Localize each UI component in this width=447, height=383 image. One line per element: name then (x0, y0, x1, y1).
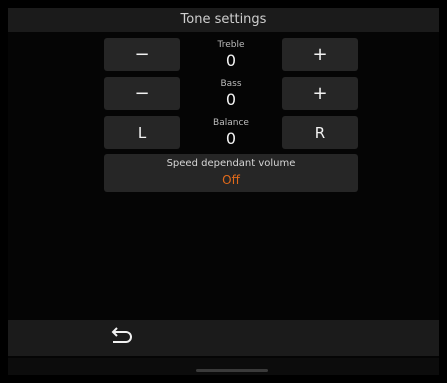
speed-volume-value: Off (222, 173, 240, 187)
bass-label: Bass (220, 79, 242, 89)
speed-dependant-volume-button[interactable]: Speed dependant volume Off (104, 154, 358, 192)
tone-settings-panel: Tone settings − Treble 0 + − Bass 0 + L … (8, 8, 439, 375)
bass-readout: Bass 0 (184, 77, 278, 110)
back-button[interactable] (108, 326, 134, 348)
bass-decrease-button[interactable]: − (104, 77, 180, 110)
bass-value: 0 (225, 90, 237, 109)
page-title: Tone settings (180, 12, 267, 27)
treble-readout: Treble 0 (184, 38, 278, 71)
balance-row: L Balance 0 R (104, 116, 358, 149)
bass-increase-button[interactable]: + (282, 77, 358, 110)
treble-label: Treble (217, 40, 245, 50)
balance-right-button[interactable]: R (282, 116, 358, 149)
treble-increase-button[interactable]: + (282, 38, 358, 71)
treble-decrease-button[interactable]: − (104, 38, 180, 71)
title-bar: Tone settings (8, 8, 439, 32)
balance-label: Balance (213, 118, 249, 128)
back-arrow-icon (111, 327, 132, 343)
home-indicator[interactable] (196, 369, 268, 372)
screen-frame: Tone settings − Treble 0 + − Bass 0 + L … (0, 0, 447, 383)
bass-row: − Bass 0 + (104, 77, 358, 110)
bottom-bar (8, 320, 439, 356)
balance-value: 0 (225, 129, 237, 148)
treble-row: − Treble 0 + (104, 38, 358, 71)
treble-value: 0 (225, 51, 237, 70)
balance-left-button[interactable]: L (104, 116, 180, 149)
speed-volume-label: Speed dependant volume (166, 158, 296, 169)
footer (8, 358, 439, 375)
balance-readout: Balance 0 (184, 116, 278, 149)
